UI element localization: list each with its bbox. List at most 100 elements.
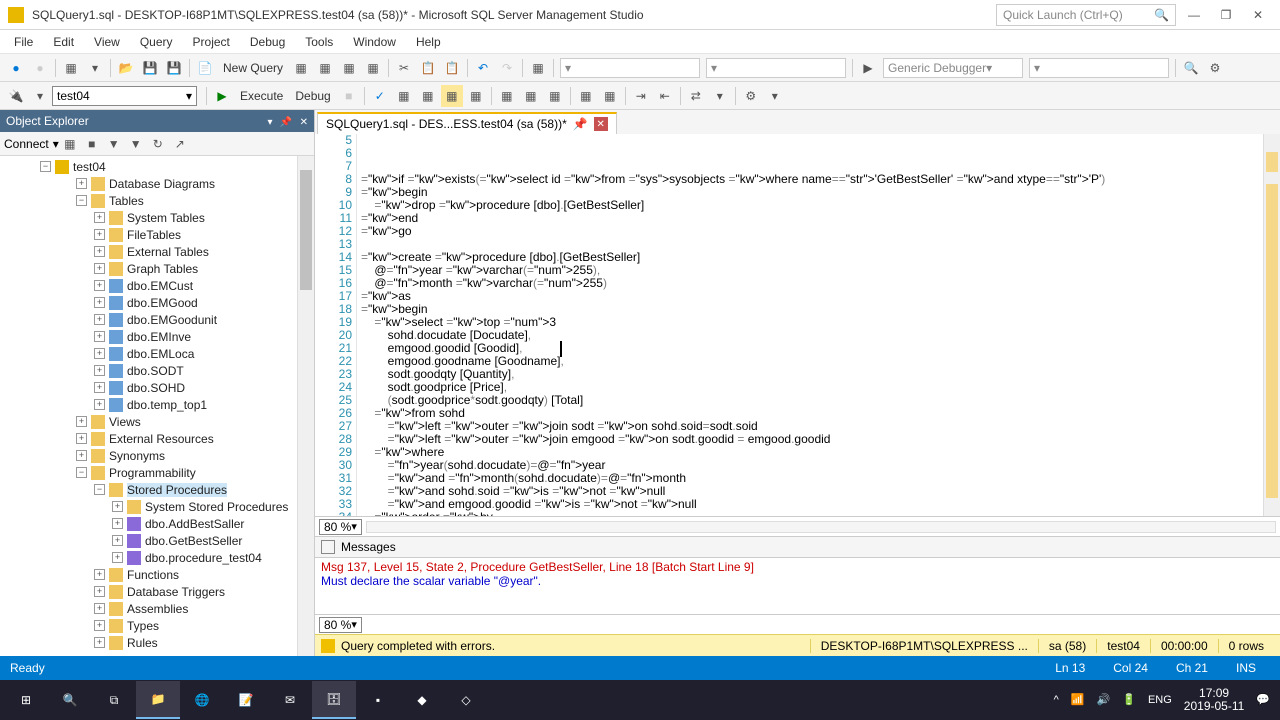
filter-button[interactable]: ▼ — [104, 134, 124, 154]
messages-panel[interactable]: Msg 137, Level 15, State 2, Procedure Ge… — [315, 558, 1280, 614]
template-params-button[interactable]: ▾ — [709, 85, 731, 107]
tree-expander[interactable]: + — [94, 297, 105, 308]
pin-icon[interactable]: 📌 — [280, 117, 292, 128]
paste-button[interactable]: 📋 — [441, 57, 463, 79]
results-text-button[interactable]: ▦ — [496, 85, 518, 107]
tree-expander[interactable]: − — [76, 195, 87, 206]
tree-node-label[interactable]: dbo.EMGood — [127, 296, 198, 310]
tray-clock[interactable]: 17:09 2019-05-11 — [1178, 687, 1251, 713]
new-query-icon[interactable]: 📄 — [194, 57, 216, 79]
tree-expander[interactable]: + — [94, 399, 105, 410]
include-plan-button[interactable]: ▦ — [417, 85, 439, 107]
execute-button[interactable]: Execute — [234, 85, 289, 107]
open-button[interactable]: ▾ — [84, 57, 106, 79]
menu-query[interactable]: Query — [130, 32, 183, 52]
tree-expander[interactable]: + — [76, 416, 87, 427]
indent-button[interactable]: ⇥ — [630, 85, 652, 107]
xmla-query-button[interactable]: ▦ — [362, 57, 384, 79]
tree-expander[interactable]: + — [94, 569, 105, 580]
tree-expander[interactable]: + — [76, 433, 87, 444]
results-file-button[interactable]: ▦ — [544, 85, 566, 107]
tray-up-icon[interactable]: ^ — [1048, 694, 1065, 707]
object-tree[interactable]: −test04+Database Diagrams−Tables+System … — [0, 156, 314, 656]
tree-expander[interactable]: + — [94, 229, 105, 240]
properties-button[interactable]: ▦ — [527, 57, 549, 79]
code-content[interactable]: ="kw">if ="kw">exists(="kw">select id ="… — [357, 134, 1280, 516]
messages-tab[interactable]: Messages — [315, 536, 1280, 558]
specify-values-button[interactable]: ⇄ — [685, 85, 707, 107]
tree-node-label[interactable]: Types — [127, 619, 159, 633]
solution-platform-dropdown[interactable]: ▾ — [706, 58, 846, 78]
tree-expander[interactable]: + — [94, 382, 105, 393]
solution-config-dropdown[interactable]: ▾ — [560, 58, 700, 78]
code-editor[interactable]: 5678910111213141516171819202122232425262… — [315, 134, 1280, 516]
tree-expander[interactable]: + — [94, 314, 105, 325]
mail-button[interactable]: ✉ — [268, 681, 312, 719]
notes-button[interactable]: 📝 — [224, 681, 268, 719]
tree-expander[interactable]: + — [94, 280, 105, 291]
search-button[interactable]: 🔍 — [48, 681, 92, 719]
debug-button[interactable]: Debug — [289, 85, 336, 107]
tree-expander[interactable]: + — [94, 348, 105, 359]
tree-node-label[interactable]: Database Diagrams — [109, 177, 215, 191]
refresh-button[interactable]: ↻ — [148, 134, 168, 154]
tree-expander[interactable]: + — [112, 552, 123, 563]
tree-node-label[interactable]: System Stored Procedures — [145, 500, 288, 514]
parse-button[interactable]: ✓ — [369, 85, 391, 107]
dmx-query-button[interactable]: ▦ — [338, 57, 360, 79]
new-button[interactable]: ▦ — [60, 57, 82, 79]
tree-node-label[interactable]: Tables — [109, 194, 144, 208]
dropdown-icon[interactable]: ▾ — [267, 117, 272, 128]
minimize-button[interactable]: — — [1180, 5, 1208, 25]
cancel-query-button[interactable]: ■ — [338, 85, 360, 107]
copy-button[interactable]: 📋 — [417, 57, 439, 79]
undo-button[interactable]: ↶ — [472, 57, 494, 79]
close-panel-icon[interactable]: ✕ — [300, 117, 308, 128]
app2-button[interactable]: ◇ — [444, 681, 488, 719]
maximize-button[interactable]: ❐ — [1212, 5, 1240, 25]
settings-button[interactable]: ⚙ — [1204, 57, 1226, 79]
database-selector[interactable]: test04 ▾ — [52, 86, 197, 106]
tree-node-label[interactable]: System Tables — [127, 211, 205, 225]
tree-node-label[interactable]: Database Triggers — [127, 585, 225, 599]
tree-expander[interactable]: + — [94, 365, 105, 376]
tree-expander[interactable]: − — [94, 484, 105, 495]
save-button[interactable]: 💾 — [139, 57, 161, 79]
tree-node-label[interactable]: dbo.SOHD — [127, 381, 185, 395]
menu-edit[interactable]: Edit — [43, 32, 84, 52]
chrome-button[interactable]: 🌐 — [180, 681, 224, 719]
tree-node-label[interactable]: dbo.EMLoca — [127, 347, 194, 361]
start-button[interactable]: ⊞ — [4, 681, 48, 719]
menu-view[interactable]: View — [84, 32, 130, 52]
cut-button[interactable]: ✂ — [393, 57, 415, 79]
tree-expander[interactable]: + — [94, 246, 105, 257]
menu-window[interactable]: Window — [343, 32, 406, 52]
tree-node-label[interactable]: External Resources — [109, 432, 214, 446]
tree-expander[interactable]: + — [94, 620, 105, 631]
document-tab[interactable]: SQLQuery1.sql - DES...ESS.test04 (sa (58… — [317, 112, 617, 134]
tree-node-label[interactable]: Graph Tables — [127, 262, 198, 276]
tree-expander[interactable]: + — [112, 535, 123, 546]
tree-node-label[interactable]: dbo.EMInve — [127, 330, 191, 344]
new-query-button[interactable]: New Query — [217, 57, 289, 79]
tree-node-label[interactable]: dbo.GetBestSeller — [145, 534, 242, 548]
tree-expander[interactable]: + — [94, 263, 105, 274]
horizontal-scrollbar[interactable] — [366, 521, 1276, 533]
messages-zoom-selector[interactable]: 80 % ▾ — [319, 617, 362, 633]
tray-battery-icon[interactable]: 🔋 — [1116, 694, 1142, 707]
tree-expander[interactable]: + — [94, 212, 105, 223]
save-all-button[interactable]: 💾 — [163, 57, 185, 79]
tree-node-label[interactable]: Programmability — [109, 466, 196, 480]
task-view-button[interactable]: ⧉ — [92, 681, 136, 719]
tree-node-label[interactable]: dbo.temp_top1 — [127, 398, 207, 412]
find-button[interactable]: 🔍 — [1180, 57, 1202, 79]
connect-dropdown-icon[interactable]: ▾ — [53, 137, 59, 151]
tree-node-label[interactable]: FileTables — [127, 228, 181, 242]
tray-notifications-icon[interactable]: 💬 — [1250, 694, 1276, 707]
menu-help[interactable]: Help — [406, 32, 451, 52]
tree-node-label[interactable]: Synonyms — [109, 449, 165, 463]
filter2-button[interactable]: ▼ — [126, 134, 146, 154]
menu-project[interactable]: Project — [183, 32, 240, 52]
tree-node-label[interactable]: dbo.AddBestSaller — [145, 517, 244, 531]
tree-expander[interactable]: + — [94, 331, 105, 342]
